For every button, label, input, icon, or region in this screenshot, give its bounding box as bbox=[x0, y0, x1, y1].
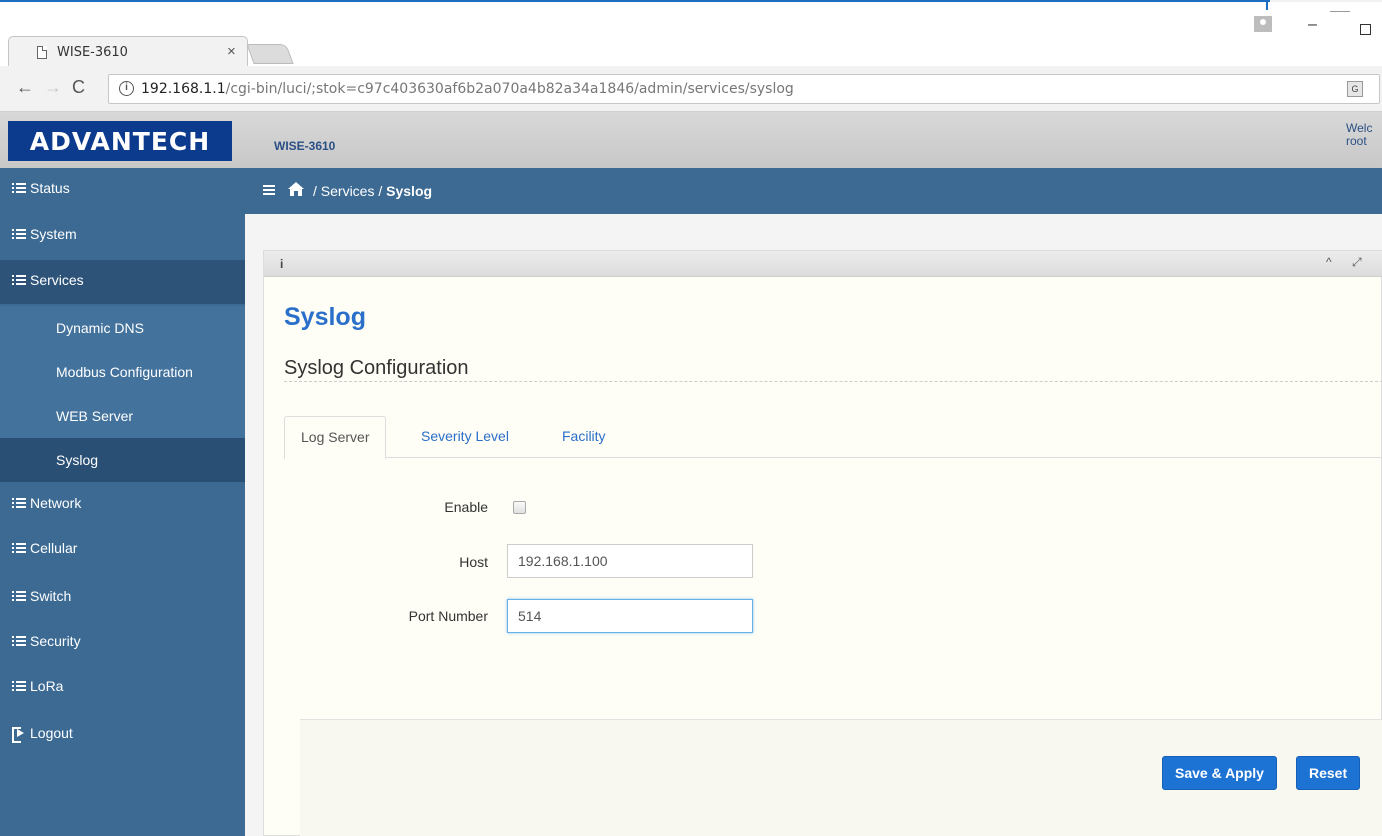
sidebar-subitem-label: Dynamic DNS bbox=[56, 320, 144, 336]
sidebar-subitem-modbus[interactable]: Modbus Configuration bbox=[0, 350, 245, 394]
new-tab-button[interactable] bbox=[246, 44, 294, 64]
browser-tab[interactable]: WISE-3610 × bbox=[8, 36, 248, 68]
url-path: /cgi-bin/luci/;stok=c97c403630af6b2a070a… bbox=[225, 81, 794, 97]
tab-severity-level[interactable]: Severity Level bbox=[405, 416, 525, 458]
tab-title: WISE-3610 bbox=[57, 45, 128, 60]
url-text: 192.168.1.1/cgi-bin/luci/;stok=c97c40363… bbox=[141, 81, 794, 97]
page-icon bbox=[37, 46, 47, 59]
window-border-tick bbox=[1266, 0, 1268, 10]
syslog-panel: i ^ ⤢ Syslog Syslog Configuration Log Se… bbox=[263, 250, 1382, 836]
tab-close-icon[interactable]: × bbox=[227, 43, 236, 60]
sidebar-item-lora[interactable]: LoRa bbox=[0, 666, 245, 710]
logout-icon bbox=[12, 727, 25, 743]
tab-facility[interactable]: Facility bbox=[546, 416, 622, 458]
breadcrumb: / Services / Syslog bbox=[245, 168, 1382, 214]
form-actions: Save & Apply Reset bbox=[300, 719, 1382, 836]
page-title: Syslog bbox=[284, 303, 366, 331]
site-info-icon[interactable]: i bbox=[119, 81, 134, 96]
list-icon bbox=[12, 183, 26, 194]
panel-header: i ^ ⤢ bbox=[264, 251, 1382, 277]
sidebar-item-status[interactable]: Status bbox=[0, 168, 245, 212]
sidebar-item-label: Switch bbox=[30, 588, 72, 604]
profile-icon[interactable] bbox=[1254, 16, 1272, 32]
window-extra-icon bbox=[1330, 4, 1350, 12]
forward-arrow-icon[interactable]: → bbox=[44, 78, 62, 96]
port-label: Port Number bbox=[408, 608, 488, 624]
sidebar-item-label: Status bbox=[30, 180, 70, 196]
collapse-icon[interactable]: ^ bbox=[1326, 255, 1332, 269]
expand-icon[interactable]: ⤢ bbox=[1352, 255, 1362, 270]
sidebar-item-label: Services bbox=[30, 272, 84, 288]
list-icon bbox=[12, 498, 26, 509]
sidebar-subitem-dynamic-dns[interactable]: Dynamic DNS bbox=[0, 306, 245, 350]
host-label: Host bbox=[459, 554, 488, 570]
home-icon[interactable] bbox=[287, 181, 305, 197]
enable-checkbox[interactable] bbox=[513, 501, 526, 514]
host-input[interactable] bbox=[507, 544, 753, 578]
breadcrumb-services[interactable]: Services bbox=[321, 183, 375, 199]
list-icon bbox=[12, 543, 26, 554]
sidebar-subitem-label: Modbus Configuration bbox=[56, 364, 193, 380]
save-apply-button[interactable]: Save & Apply bbox=[1162, 756, 1277, 790]
sidebar-item-label: System bbox=[30, 226, 77, 242]
window-border bbox=[0, 0, 1270, 2]
advantech-logo: ADVANTECH bbox=[8, 121, 232, 161]
list-icon bbox=[12, 275, 26, 286]
translate-icon[interactable]: G bbox=[1347, 81, 1363, 97]
breadcrumb-current: Syslog bbox=[386, 183, 433, 199]
list-icon bbox=[12, 229, 26, 240]
sidebar-item-system[interactable]: System bbox=[0, 214, 245, 258]
sidebar-item-label: Cellular bbox=[30, 540, 78, 556]
reset-button[interactable]: Reset bbox=[1296, 756, 1361, 790]
browser-chrome: WISE-3610 × – ← → C i 192.168.1.1/cgi-bi… bbox=[0, 0, 1382, 112]
minimize-icon[interactable]: – bbox=[1308, 16, 1317, 34]
section-divider bbox=[284, 381, 1382, 382]
browser-toolbar: ← → C i 192.168.1.1/cgi-bin/luci/;stok=c… bbox=[0, 66, 1382, 112]
welcome-text: Welc root bbox=[1346, 122, 1372, 148]
sidebar-item-logout[interactable]: Logout bbox=[0, 713, 245, 757]
user-name: root bbox=[1346, 134, 1367, 148]
menu-toggle-icon[interactable] bbox=[263, 185, 275, 195]
enable-label: Enable bbox=[444, 499, 488, 515]
config-tabs: Log Server Severity Level Facility bbox=[284, 416, 1382, 459]
sidebar-item-label: Logout bbox=[30, 725, 73, 741]
sidebar-item-services[interactable]: Services bbox=[0, 260, 245, 304]
reload-icon[interactable]: C bbox=[72, 78, 85, 96]
sidebar: Status System Services Dynamic DNS Modbu… bbox=[0, 168, 245, 836]
tab-log-server[interactable]: Log Server bbox=[284, 416, 387, 459]
sidebar-item-label: Security bbox=[30, 633, 81, 649]
maximize-icon[interactable] bbox=[1360, 24, 1371, 35]
list-icon bbox=[12, 681, 26, 692]
app-header: ADVANTECH WISE-3610 Welc root bbox=[0, 112, 1382, 168]
section-title: Syslog Configuration bbox=[284, 357, 469, 379]
sidebar-subitem-web-server[interactable]: WEB Server bbox=[0, 394, 245, 438]
sidebar-item-network[interactable]: Network bbox=[0, 483, 245, 527]
port-input[interactable] bbox=[507, 599, 753, 633]
sidebar-subitem-label: WEB Server bbox=[56, 408, 134, 424]
sidebar-subitem-syslog[interactable]: Syslog bbox=[0, 438, 245, 482]
list-icon bbox=[12, 591, 26, 602]
list-icon bbox=[12, 636, 26, 647]
back-arrow-icon[interactable]: ← bbox=[16, 78, 34, 96]
address-bar[interactable]: i 192.168.1.1/cgi-bin/luci/;stok=c97c403… bbox=[108, 74, 1380, 104]
main-content: i ^ ⤢ Syslog Syslog Configuration Log Se… bbox=[245, 214, 1382, 836]
sidebar-item-label: Network bbox=[30, 495, 82, 511]
sidebar-item-security[interactable]: Security bbox=[0, 621, 245, 665]
breadcrumb-separator: / bbox=[313, 183, 317, 199]
sidebar-item-label: LoRa bbox=[30, 678, 64, 694]
info-icon: i bbox=[280, 257, 284, 271]
product-name: WISE-3610 bbox=[274, 139, 336, 153]
url-host: 192.168.1.1 bbox=[141, 81, 226, 97]
breadcrumb-text: / Services / Syslog bbox=[313, 183, 432, 199]
tab-strip: WISE-3610 × – bbox=[0, 2, 1382, 68]
sidebar-item-switch[interactable]: Switch bbox=[0, 576, 245, 620]
sidebar-subitem-label: Syslog bbox=[56, 452, 99, 468]
sidebar-item-cellular[interactable]: Cellular bbox=[0, 528, 245, 572]
breadcrumb-separator: / bbox=[378, 183, 383, 199]
